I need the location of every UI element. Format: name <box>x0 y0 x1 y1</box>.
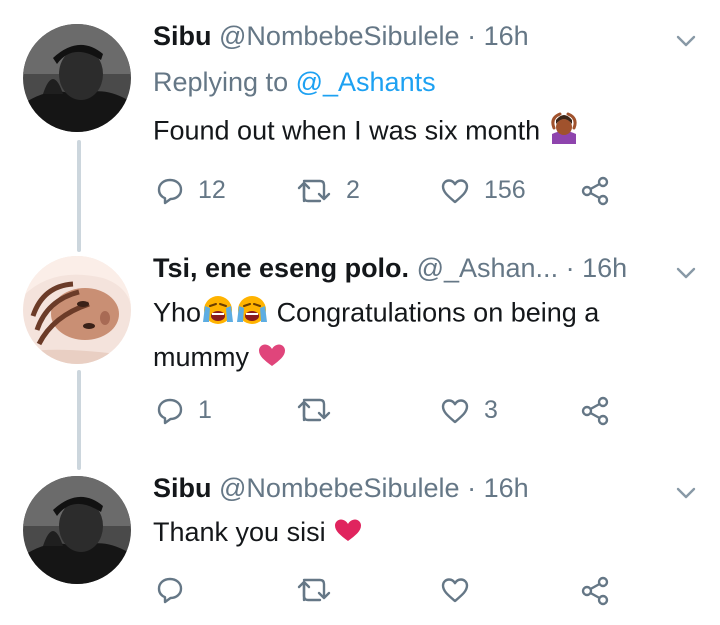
share-icon <box>581 396 609 426</box>
user-handle[interactable]: @_Ashan... <box>417 253 559 283</box>
tweet-body-line1: Congratulations on being a <box>276 297 600 328</box>
chevron-down-icon[interactable] <box>676 266 696 280</box>
display-name[interactable]: Sibu <box>153 473 212 503</box>
reply-count: 12 <box>198 176 226 204</box>
tweet-body: Thank you sisi <box>153 517 326 547</box>
retweet-icon <box>297 578 331 602</box>
retweet-icon <box>297 398 331 422</box>
retweet-icon <box>297 179 331 202</box>
display-name[interactable]: Sibu <box>153 21 212 51</box>
like-count: 3 <box>484 396 498 424</box>
loudly-crying-face-emoji <box>201 292 235 337</box>
timestamp[interactable]: · 16h <box>467 473 529 503</box>
timestamp[interactable]: · 16h <box>566 253 628 283</box>
tweet-text: Found out when I was six month <box>153 110 580 155</box>
red-heart-emoji <box>333 514 363 554</box>
share-button[interactable] <box>580 176 610 206</box>
thread-line <box>77 370 81 470</box>
pink-heart-emoji <box>257 339 287 379</box>
like-icon <box>441 578 469 603</box>
user-handle[interactable]: @NombebeSibulele <box>219 473 460 503</box>
tweet-body-prefix: Yho <box>153 297 202 328</box>
user-handle[interactable]: @NombebeSibulele <box>219 21 460 51</box>
thread-line <box>77 140 81 252</box>
avatar[interactable] <box>23 476 131 584</box>
retweet-count: 2 <box>346 176 360 204</box>
reply-icon <box>157 178 183 204</box>
tweet-text: Yho Congratulations on being a mummy <box>153 292 599 379</box>
like-icon <box>441 398 469 423</box>
reply-count: 1 <box>198 396 212 424</box>
avatar[interactable] <box>23 256 131 364</box>
retweet-button[interactable] <box>296 576 346 604</box>
reply-button[interactable]: 1 <box>156 396 212 425</box>
like-button[interactable]: 156 <box>440 176 526 205</box>
replying-label: Replying to <box>153 67 289 97</box>
woman-gesturing-ok-emoji <box>548 110 580 155</box>
replying-handle-link[interactable]: @_Ashants <box>296 67 436 97</box>
retweet-button[interactable] <box>296 396 346 424</box>
loudly-crying-face-emoji <box>235 292 269 337</box>
like-icon <box>441 178 469 203</box>
share-icon <box>581 576 609 606</box>
share-icon <box>581 176 609 206</box>
reply-icon <box>157 398 183 424</box>
like-count: 156 <box>484 176 526 204</box>
chevron-down-icon[interactable] <box>676 486 696 500</box>
tweet-text: Thank you sisi <box>153 512 363 554</box>
reply-button[interactable] <box>156 576 198 604</box>
display-name[interactable]: Tsi, ene eseng polo. <box>153 253 409 283</box>
reply-icon <box>157 577 183 604</box>
reply-button[interactable]: 12 <box>156 176 226 205</box>
tweet-body-line2: mummy <box>153 342 249 372</box>
avatar[interactable] <box>23 24 131 132</box>
tweet-body: Found out when I was six month <box>153 115 541 146</box>
like-button[interactable] <box>440 576 484 604</box>
chevron-down-icon[interactable] <box>676 34 696 48</box>
retweet-button[interactable]: 2 <box>296 176 360 205</box>
share-button[interactable] <box>580 576 610 606</box>
share-button[interactable] <box>580 396 610 426</box>
like-button[interactable]: 3 <box>440 396 498 425</box>
timestamp[interactable]: · 16h <box>467 21 529 51</box>
